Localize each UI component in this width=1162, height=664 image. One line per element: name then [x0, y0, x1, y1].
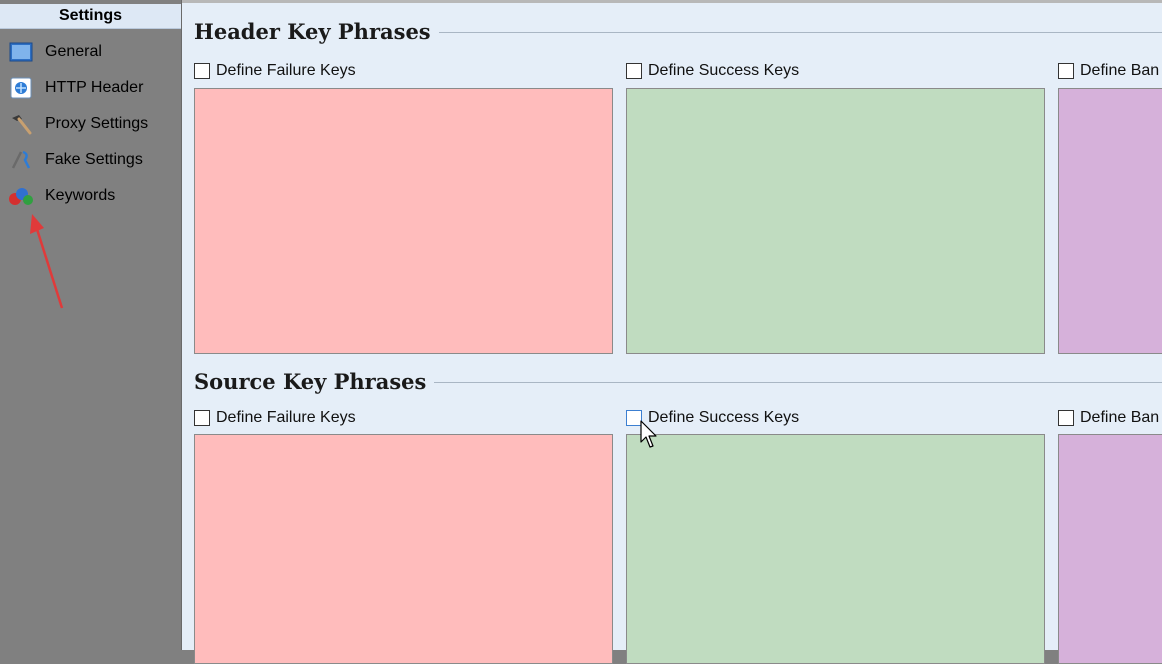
sidebar-item-label: General — [45, 43, 102, 60]
source-ban-keys-checkbox[interactable]: Define Ban — [1058, 409, 1159, 427]
abc-keywords-icon — [8, 183, 34, 209]
sidebar-item-label: HTTP Header — [45, 79, 144, 96]
checkbox-box[interactable] — [1058, 63, 1074, 79]
checkbox-box[interactable] — [1058, 410, 1074, 426]
sidebar-item-label: Proxy Settings — [45, 115, 149, 132]
sidebar-item-general[interactable]: General — [0, 34, 181, 70]
section-divider — [422, 32, 1162, 33]
header-ban-keys-textarea[interactable] — [1058, 88, 1162, 354]
window-icon — [8, 39, 34, 65]
section-divider — [422, 382, 1162, 383]
checkbox-box[interactable] — [194, 63, 210, 79]
sidebar-item-fake-settings[interactable]: Fake Settings — [0, 142, 181, 178]
source-failure-keys-textarea[interactable] — [194, 434, 613, 664]
checkbox-label: Define Failure Keys — [216, 409, 356, 426]
header-success-keys-checkbox[interactable]: Define Success Keys — [626, 62, 799, 80]
tools-icon — [8, 147, 34, 173]
sidebar-item-keywords[interactable]: Keywords — [0, 178, 181, 214]
annotation-arrow — [30, 214, 64, 309]
header-success-keys-textarea[interactable] — [626, 88, 1045, 354]
sidebar-nav: General HTTP Header Proxy Settings Fake … — [0, 34, 181, 214]
checkbox-box[interactable] — [626, 63, 642, 79]
sidebar-item-http-header[interactable]: HTTP Header — [0, 70, 181, 106]
checkbox-label: Define Ban — [1080, 62, 1160, 79]
header-failure-keys-textarea[interactable] — [194, 88, 613, 354]
source-failure-keys-checkbox[interactable]: Define Failure Keys — [194, 409, 356, 427]
header-ban-keys-checkbox[interactable]: Define Ban — [1058, 62, 1159, 80]
checkbox-label: Define Success Keys — [648, 409, 800, 426]
header-failure-keys-checkbox[interactable]: Define Failure Keys — [194, 62, 356, 80]
sidebar-title: Settings — [0, 4, 181, 29]
http-header-icon — [8, 75, 34, 101]
checkbox-label: Define Ban — [1080, 409, 1160, 426]
keywords-settings-panel: Header Key Phrases Define Failure Keys D… — [182, 0, 1162, 664]
mouse-cursor-icon — [640, 420, 657, 448]
sidebar-item-label: Keywords — [45, 187, 116, 204]
sidebar-item-proxy-settings[interactable]: Proxy Settings — [0, 106, 181, 142]
checkbox-label: Define Success Keys — [648, 62, 800, 79]
source-ban-keys-textarea[interactable] — [1058, 434, 1162, 664]
hammer-icon — [8, 111, 34, 137]
header-section-title: Header Key Phrases — [194, 19, 439, 44]
settings-sidebar: Settings General HTTP Header Proxy Setti… — [0, 0, 182, 650]
source-success-keys-textarea[interactable] — [626, 434, 1045, 664]
source-section-title: Source Key Phrases — [194, 369, 435, 394]
checkbox-box[interactable] — [194, 410, 210, 426]
sidebar-item-label: Fake Settings — [45, 151, 143, 168]
checkbox-label: Define Failure Keys — [216, 62, 356, 79]
